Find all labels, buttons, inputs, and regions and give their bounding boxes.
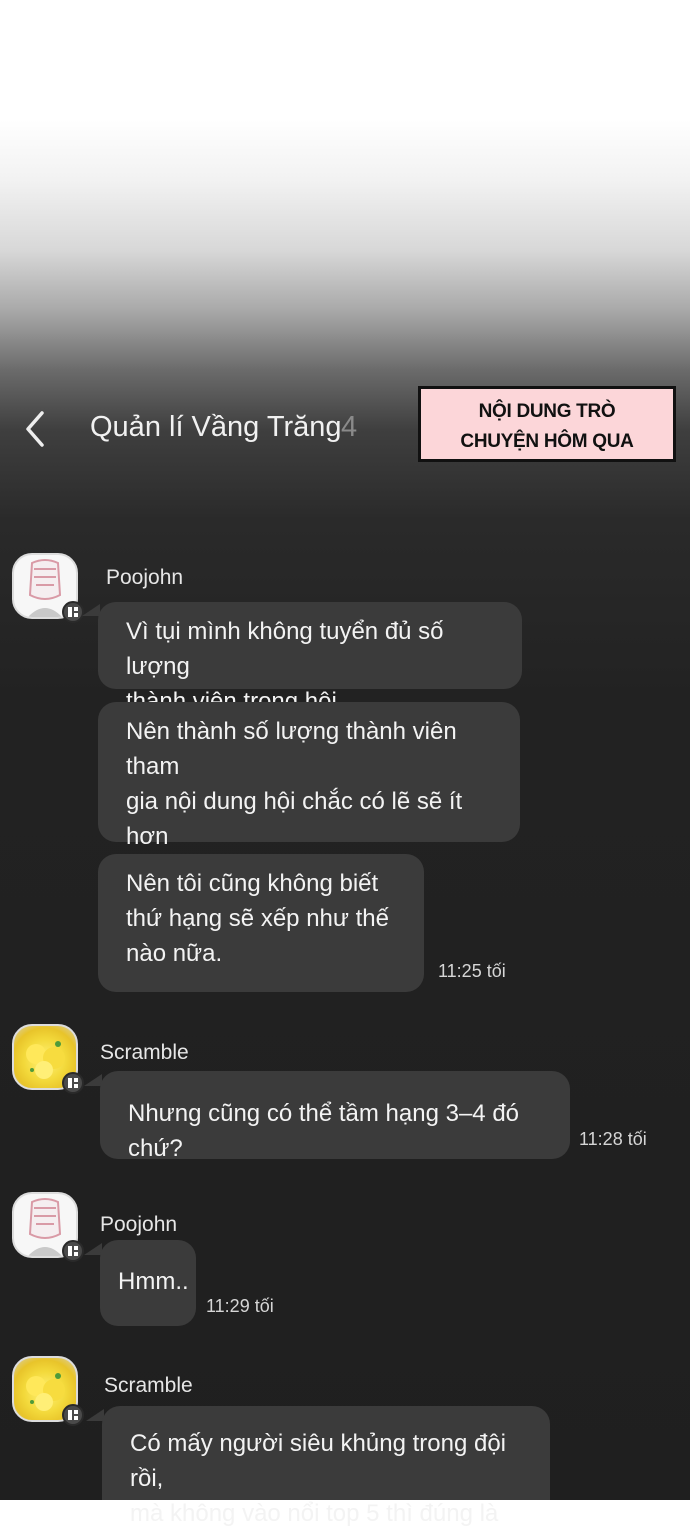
sender-name: Scramble [100,1041,189,1064]
badge-icon [62,1404,84,1426]
bubble-tail [84,1074,102,1086]
message-bubble[interactable]: Nhưng cũng có thể tầm hạng 3–4 đó chứ? [100,1071,570,1162]
caption-box: NỘI DUNG TRÒ CHUYỆN HÔM QUA [418,386,676,462]
sender-name: Poojohn [106,566,184,589]
avatar-scramble[interactable] [12,1024,84,1094]
badge-icon [62,601,84,623]
bubble-tail [82,604,100,616]
chat-title: Quản lí Vầng Trăng [90,411,342,443]
message-time: 11:28 tối [579,1129,647,1149]
back-button[interactable] [18,409,54,449]
badge-icon [62,1240,84,1262]
message-bubble[interactable]: Nên thành số lượng thành viên tham gia n… [98,702,520,885]
message-bubble[interactable]: Vì tụi mình không tuyển đủ số lượng thàn… [98,602,522,715]
avatar-poojohn[interactable] [12,553,84,623]
caption-line-2: CHUYỆN HÔM QUA [460,431,634,452]
sender-name: Scramble [104,1374,193,1397]
bubble-tail [84,1243,102,1255]
message-bubble[interactable]: Nên tôi cũng không biết thứ hạng sẽ xếp … [98,854,424,992]
bubble-tail [86,1409,104,1421]
message-time: 11:29 tối [206,1296,274,1316]
caption-line-1: NỘI DUNG TRÒ [478,401,616,422]
message-time: 11:25 tối [438,961,506,981]
message-bubble[interactable]: Có mấy người siêu khủng trong đội rồi, m… [102,1406,550,1527]
avatar-scramble[interactable] [12,1356,84,1426]
avatar-poojohn[interactable] [12,1192,84,1262]
member-count: 4 [341,411,358,443]
message-bubble[interactable]: Hmm.. [100,1240,196,1326]
badge-icon [62,1072,84,1094]
sender-name: Poojohn [100,1213,178,1236]
chevron-left-icon [26,411,44,447]
